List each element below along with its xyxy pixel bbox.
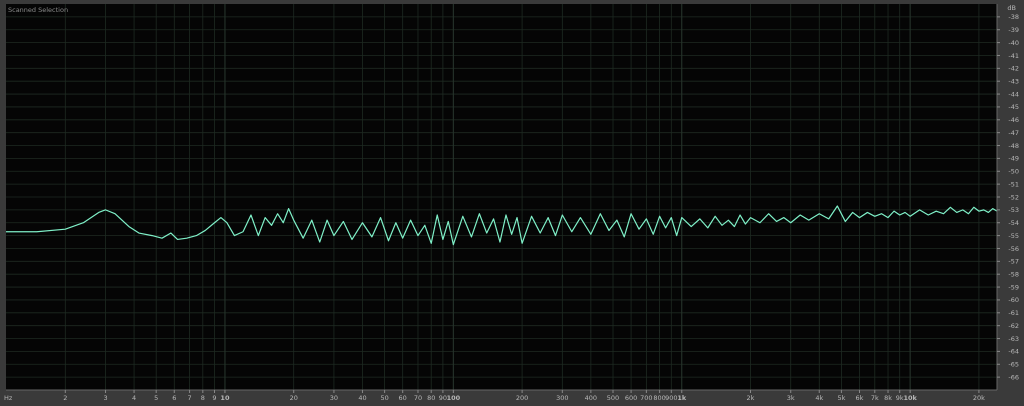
y-tick-label: -46 [1008,116,1019,124]
x-tick-label: 20k [973,394,985,402]
y-tick-label: -52 [1008,193,1019,201]
y-tick-label: -54 [1008,219,1019,227]
x-tick-label: 6 [172,394,176,402]
x-tick-label: 10k [903,394,917,402]
x-tick-label: 500 [607,394,619,402]
y-tick-label: -66 [1008,373,1019,381]
y-tick-label: -49 [1008,155,1019,163]
y-tick-label: -64 [1008,348,1019,356]
x-tick-label: 600 [625,394,637,402]
x-tick-label: 2 [63,394,67,402]
x-tick-label: 60 [399,394,407,402]
y-tick-label: -55 [1008,232,1019,240]
y-tick-label: -44 [1008,90,1019,98]
x-tick-label: 1k [677,394,687,402]
y-tick-label: -59 [1008,283,1019,291]
y-tick-label: -63 [1008,335,1019,343]
y-tick-label: -65 [1008,361,1019,369]
x-tick-label: 6k [856,394,864,402]
y-tick-label: -40 [1008,39,1019,47]
x-tick-label: 700 [640,394,652,402]
x-tick-label: 7k [871,394,879,402]
x-tick-label: 50 [380,394,388,402]
x-tick-label: 800 [653,394,665,402]
y-tick-label: -48 [1008,142,1019,150]
y-tick-label: -58 [1008,271,1019,279]
y-tick-label: -60 [1008,296,1019,304]
x-tick-label: 5k [837,394,845,402]
x-tick-label: 40 [358,394,366,402]
y-tick-label: -51 [1008,180,1019,188]
x-tick-label: 5 [154,394,158,402]
x-tick-label: 4k [815,394,823,402]
y-tick-label: -61 [1008,309,1019,317]
y-tick-label: -56 [1008,245,1019,253]
x-tick-label: 7 [187,394,191,402]
x-tick-label: 10 [220,394,230,402]
x-axis-unit-label: Hz [4,394,13,402]
x-tick-label: 8k [884,394,892,402]
x-tick-label: 70 [414,394,422,402]
y-tick-label: -50 [1008,168,1019,176]
x-tick-label: 200 [516,394,528,402]
x-tick-label: 30 [330,394,338,402]
frequency-analysis-chart: 2 3 4 5 6 7 8 9 10 20 30 40 50 60 70 80 90 100 200 300 400 50… [0,0,1024,406]
y-tick-label: -42 [1008,65,1019,73]
y-tick-label: -43 [1008,78,1019,86]
y-tick-label: -45 [1008,103,1019,111]
x-tick-label: 2k [747,394,755,402]
x-tick-label: 80 [427,394,435,402]
x-tick-label: 4 [132,394,136,402]
y-tick-label: -38 [1008,13,1019,21]
x-tick-label: 400 [585,394,597,402]
y-tick-label: -47 [1008,129,1019,137]
panel-title: Scanned Selection [8,6,69,14]
y-tick-label: -39 [1008,26,1019,34]
y-tick-label: -57 [1008,258,1019,266]
x-tick-label: 20 [290,394,298,402]
x-tick-label: 3 [103,394,107,402]
x-tick-label: 3k [787,394,795,402]
y-axis-unit-label: dB [1007,4,1016,12]
x-tick-label: 8 [201,394,205,402]
x-tick-label: 9 [212,394,216,402]
x-tick-label: 300 [556,394,568,402]
x-tick-label: 900 [665,394,677,402]
y-tick-label: -62 [1008,322,1019,330]
x-tick-label: 100 [447,394,461,402]
y-tick-label: -53 [1008,206,1019,214]
y-tick-label: -41 [1008,52,1019,60]
